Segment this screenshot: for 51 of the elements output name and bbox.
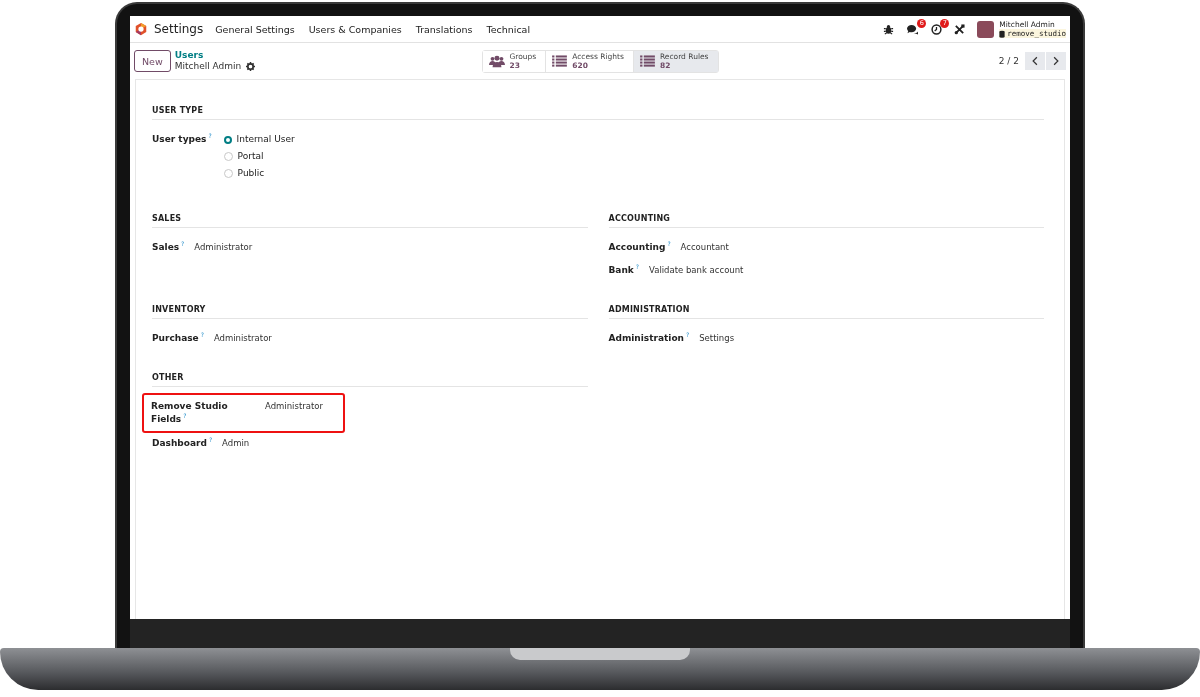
section-title: ADMINISTRATION (608, 305, 1044, 319)
field-value[interactable]: Accountant (680, 241, 729, 254)
field-label: Dashboard $^{?}$ (152, 437, 213, 450)
radio-button[interactable] (223, 152, 233, 161)
field-value[interactable]: Validate bank account (649, 264, 744, 277)
radio-label[interactable]: Portal (237, 150, 264, 163)
list-icon (639, 55, 655, 67)
section-title: USER TYPE (152, 106, 1044, 120)
field-value[interactable]: Admin (222, 437, 250, 450)
field-value[interactable]: Administrator (213, 332, 272, 345)
record-name: Mitchell Admin (174, 61, 242, 72)
field-label: Accounting $^{?}$ (608, 241, 671, 254)
previous-button[interactable] (1025, 52, 1045, 70)
radio-button[interactable] (223, 135, 232, 144)
field-label: User types $^{?}$ (152, 133, 212, 146)
section-title: SALES (152, 214, 588, 228)
radio-label[interactable]: Internal User (236, 133, 295, 146)
field-value[interactable]: Administrator (265, 400, 323, 413)
field-label: Sales $^{?}$ (152, 241, 185, 254)
new-button[interactable]: New (134, 50, 171, 72)
field-value[interactable]: Administrator (194, 241, 253, 254)
field-label: Administration $^{?}$ (608, 332, 690, 345)
settings-icon[interactable] (246, 62, 256, 71)
avatar[interactable] (977, 20, 995, 38)
field-label: Remove Studio Fields $^{?}$ (151, 400, 229, 426)
menu-item[interactable]: Translations (415, 23, 473, 35)
menu-item[interactable]: Technical (486, 23, 531, 35)
next-button[interactable] (1046, 52, 1066, 70)
menu-item[interactable]: Users & Companies (308, 23, 402, 35)
chevron-right-icon (1053, 56, 1059, 66)
people-icon (488, 54, 505, 68)
chevron-left-icon (1032, 56, 1038, 66)
app-name[interactable]: Settings (154, 22, 204, 36)
field-label: Bank $^{?}$ (608, 264, 639, 277)
breadcrumb-link[interactable]: Users (174, 50, 256, 61)
tools-icon[interactable] (954, 23, 966, 35)
radio-label[interactable]: Public (237, 167, 265, 180)
pager-value: 2 / 2 (998, 56, 1019, 66)
database-icon (999, 29, 1006, 38)
section-title: OTHER (152, 373, 588, 387)
clock-icon[interactable] (931, 23, 943, 35)
menu-item[interactable]: General Settings (215, 23, 295, 35)
chat-icon[interactable] (906, 23, 920, 35)
section-title: INVENTORY (152, 305, 588, 319)
list-icon (552, 55, 568, 67)
logo-icon (134, 22, 148, 36)
field-value[interactable]: Settings (699, 332, 735, 345)
bug-icon[interactable] (883, 23, 895, 35)
radio-button[interactable] (223, 169, 233, 178)
section-title: ACCOUNTING (608, 214, 1044, 228)
field-label: Purchase $^{?}$ (152, 332, 204, 345)
